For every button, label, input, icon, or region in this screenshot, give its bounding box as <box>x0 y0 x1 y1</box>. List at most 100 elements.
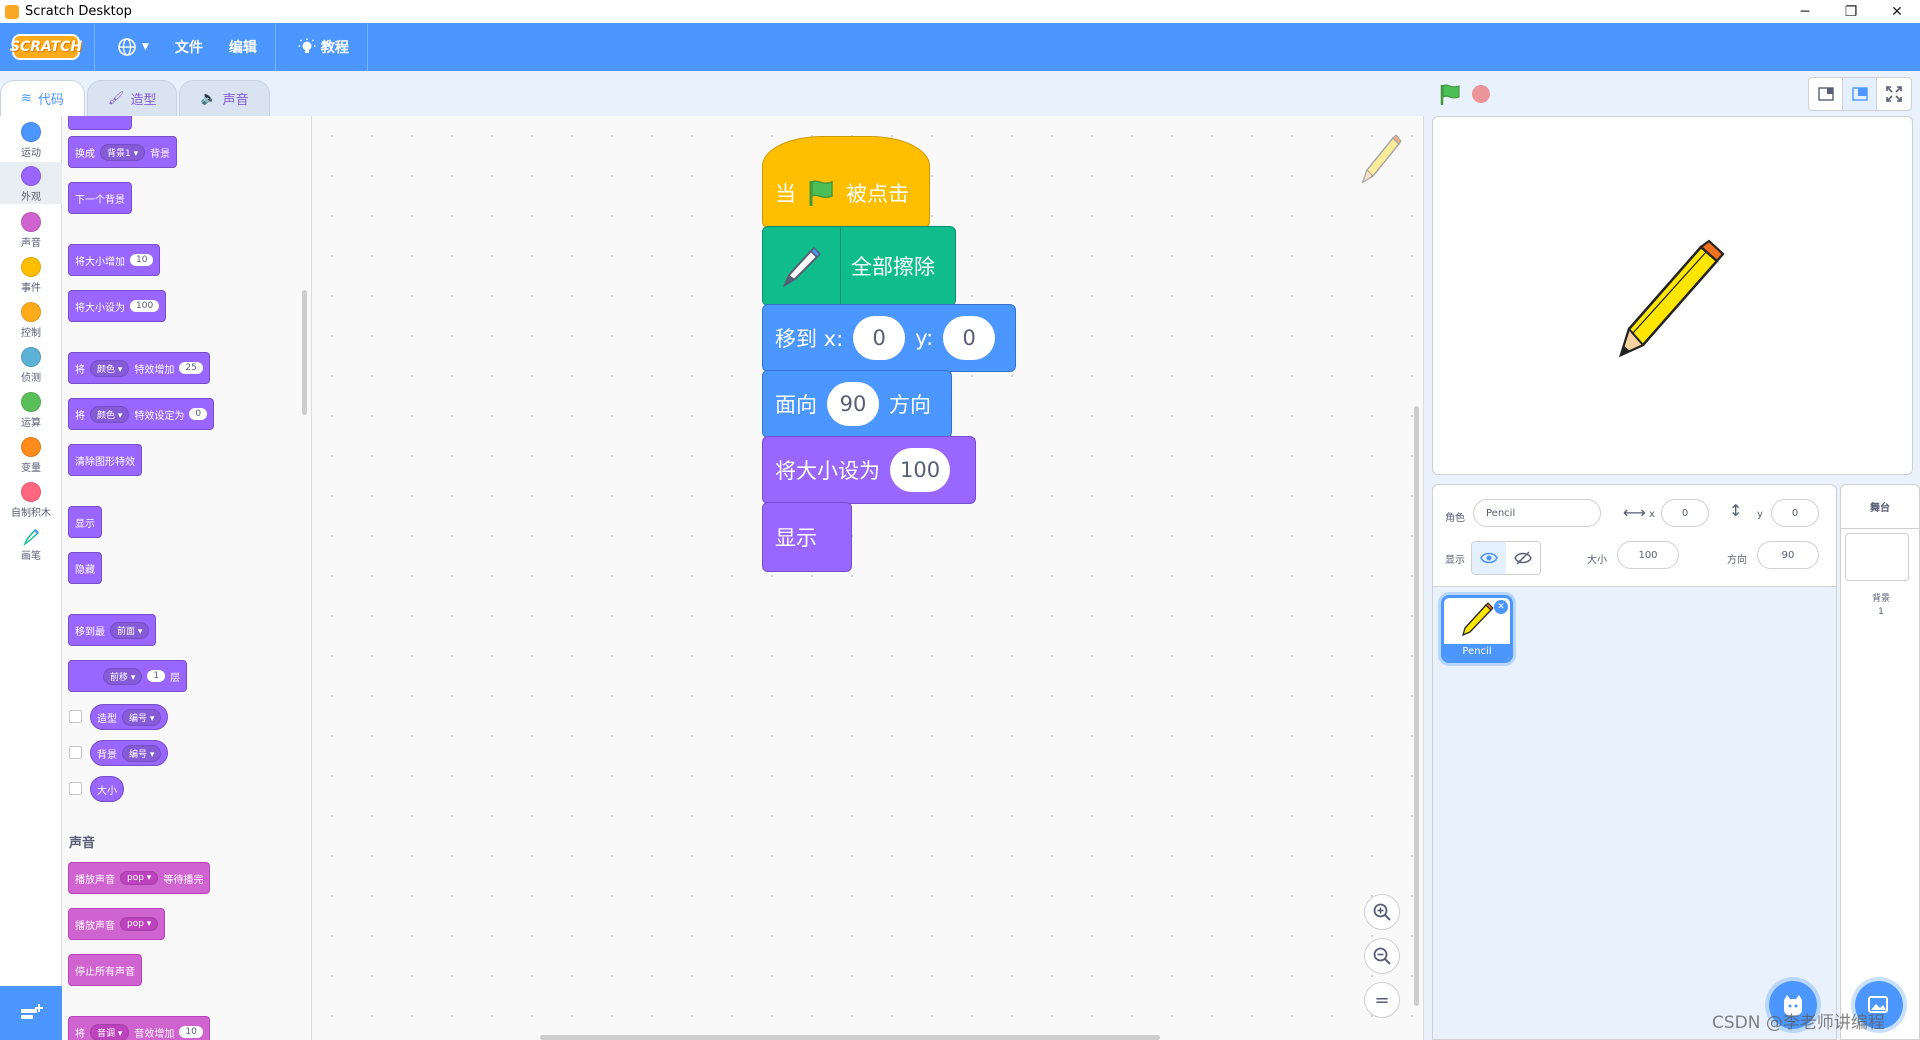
number-input[interactable]: 100 <box>130 300 160 312</box>
scratch-logo[interactable]: SCRATCH <box>10 34 82 60</box>
monitor-checkbox[interactable] <box>69 746 82 759</box>
maximize-button[interactable]: ❐ <box>1828 0 1874 23</box>
tutorials-label: 教程 <box>320 40 349 56</box>
stage-canvas[interactable] <box>1432 116 1913 475</box>
fullscreen-button[interactable] <box>1877 78 1911 110</box>
pen-extension-icon <box>763 227 841 305</box>
backdrop-dropdown[interactable]: 背景1 ▾ <box>100 143 146 161</box>
number-input[interactable]: 0 <box>189 408 208 420</box>
palette-scrollbar[interactable] <box>302 290 307 415</box>
sprite-tile-name: Pencil <box>1444 644 1510 660</box>
large-stage-button[interactable] <box>1843 78 1877 110</box>
palette-block-switch-backdrop[interactable]: 换成 背景1 ▾ 背景 <box>68 136 178 168</box>
palette-block-partial[interactable] <box>68 116 132 130</box>
palette-reporter-costume[interactable]: 造型 编号 ▾ <box>90 704 169 730</box>
tab-costumes[interactable]: 🖌 造型 <box>86 80 178 116</box>
category-motion[interactable]: 运动 <box>0 122 62 159</box>
palette-reporter-size[interactable]: 大小 <box>90 776 124 802</box>
language-menu[interactable]: ▼ <box>113 31 153 63</box>
workspace-vertical-scrollbar[interactable] <box>1414 406 1419 1006</box>
palette-block-start-sound[interactable]: 播放声音 pop ▾ <box>68 908 166 940</box>
category-my-blocks[interactable]: 自制积木 <box>0 482 62 519</box>
palette-block-play-until-done[interactable]: 播放声音 pop ▾ 等待播完 <box>68 862 211 894</box>
palette-reporter-backdrop[interactable]: 背景 编号 ▾ <box>90 740 169 766</box>
sound-dropdown[interactable]: pop ▾ <box>120 871 159 885</box>
y-input[interactable]: 0 <box>943 316 996 360</box>
category-events[interactable]: 事件 <box>0 257 62 294</box>
tab-code[interactable]: ≋ 代码 <box>0 80 85 116</box>
y-position-input[interactable]: 0 <box>1771 499 1819 527</box>
category-sensing[interactable]: 侦测 <box>0 347 62 384</box>
palette-block-clear-effects[interactable]: 清除图形特效 <box>68 444 142 476</box>
zoom-reset-button[interactable]: = <box>1364 982 1400 1018</box>
category-control[interactable]: 控制 <box>0 302 62 339</box>
edit-menu[interactable]: 编辑 <box>225 31 261 63</box>
category-variables[interactable]: 变量 <box>0 437 62 474</box>
palette-block-hide[interactable]: 隐藏 <box>68 552 102 584</box>
category-pen[interactable]: 画笔 <box>0 527 62 562</box>
palette-block-show[interactable]: 显示 <box>68 506 102 538</box>
stage-thumbnail[interactable] <box>1845 533 1909 581</box>
category-operators[interactable]: 运算 <box>0 392 62 429</box>
number-input[interactable]: 1 <box>147 670 166 682</box>
code-workspace[interactable]: 当 被点击 全部擦除 移到 x: 0 y: 0 面向 90 方向 将大小设为 1… <box>312 116 1424 1040</box>
backdrop-dropdown[interactable]: 编号 ▾ <box>122 744 162 762</box>
small-stage-button[interactable] <box>1809 78 1843 110</box>
set-size-block[interactable]: 将大小设为 100 <box>762 436 976 504</box>
number-input[interactable]: 25 <box>179 362 203 374</box>
monitor-checkbox[interactable] <box>69 710 82 723</box>
code-icon: ≋ <box>21 91 32 106</box>
palette-block-change-effect[interactable]: 将 颜色 ▾ 特效增加 25 <box>68 352 210 384</box>
effect-dropdown[interactable]: 颜色 ▾ <box>90 405 130 423</box>
palette-block-change-size[interactable]: 将大小增加 10 <box>68 244 161 276</box>
add-extension-button[interactable] <box>0 986 62 1040</box>
direction-dropdown[interactable]: 前移 ▾ <box>103 667 143 685</box>
monitor-checkbox[interactable] <box>69 782 82 795</box>
erase-all-block[interactable]: 全部擦除 <box>762 226 956 306</box>
x-position-input[interactable]: 0 <box>1661 499 1709 527</box>
go-to-xy-block[interactable]: 移到 x: 0 y: 0 <box>762 304 1016 372</box>
direction-input[interactable]: 90 <box>827 382 879 426</box>
direction-input[interactable]: 90 <box>1757 541 1819 569</box>
palette-block-set-size[interactable]: 将大小设为 100 <box>68 290 167 322</box>
block-palette: 换成 背景1 ▾ 背景 下一个背景 将大小增加 10 将大小设为 100 将 颜… <box>62 116 312 1040</box>
palette-block-go-layers[interactable]: 前移 ▾ 1 层 <box>68 660 188 692</box>
tutorials-menu[interactable]: 教程 <box>294 31 353 63</box>
effect-dropdown[interactable]: 颜色 ▾ <box>90 359 130 377</box>
size-input[interactable]: 100 <box>1617 541 1679 569</box>
pencil-sprite[interactable] <box>1613 233 1733 363</box>
show-block[interactable]: 显示 <box>762 502 852 572</box>
costume-dropdown[interactable]: 编号 ▾ <box>122 708 162 726</box>
file-menu[interactable]: 文件 <box>171 31 207 63</box>
zoom-out-button[interactable] <box>1364 938 1400 974</box>
palette-block-next-backdrop[interactable]: 下一个背景 <box>68 182 132 214</box>
tab-sounds[interactable]: 🔈 声音 <box>179 80 270 116</box>
sound-effect-dropdown[interactable]: 音调 ▾ <box>90 1023 130 1040</box>
number-input[interactable]: 10 <box>130 254 154 266</box>
when-flag-clicked-block[interactable]: 当 被点击 <box>762 136 930 228</box>
x-input[interactable]: 0 <box>853 316 906 360</box>
size-input[interactable]: 100 <box>890 448 951 492</box>
sprite-name-input[interactable]: Pencil <box>1473 499 1601 527</box>
number-input[interactable]: 10 <box>179 1026 203 1038</box>
delete-sprite-button[interactable]: ✕ <box>1494 600 1508 614</box>
palette-block-stop-all-sounds[interactable]: 停止所有声音 <box>68 954 142 986</box>
hide-sprite-button[interactable] <box>1506 542 1540 574</box>
category-sound[interactable]: 声音 <box>0 212 62 249</box>
stop-button[interactable] <box>1472 85 1490 103</box>
close-button[interactable]: ✕ <box>1874 0 1920 23</box>
palette-block-change-sound-effect[interactable]: 将 音调 ▾ 音效增加 10 <box>68 1016 210 1040</box>
palette-block-go-to-layer[interactable]: 移到最 前面 ▾ <box>68 614 157 646</box>
show-sprite-button[interactable] <box>1472 542 1506 574</box>
stage-selector[interactable]: 舞台 背景 1 <box>1840 484 1920 1040</box>
zoom-in-button[interactable] <box>1364 894 1400 930</box>
workspace-horizontal-scrollbar[interactable] <box>540 1035 1160 1040</box>
green-flag-button[interactable] <box>1438 83 1462 113</box>
category-looks[interactable]: 外观 <box>0 162 62 204</box>
layer-dropdown[interactable]: 前面 ▾ <box>110 621 150 639</box>
sound-dropdown[interactable]: pop ▾ <box>120 917 159 931</box>
minimize-button[interactable]: ─ <box>1782 0 1828 23</box>
point-in-direction-block[interactable]: 面向 90 方向 <box>762 370 952 438</box>
sprite-tile-pencil[interactable]: ✕ Pencil <box>1441 595 1513 663</box>
palette-block-set-effect[interactable]: 将 颜色 ▾ 特效设定为 0 <box>68 398 215 430</box>
